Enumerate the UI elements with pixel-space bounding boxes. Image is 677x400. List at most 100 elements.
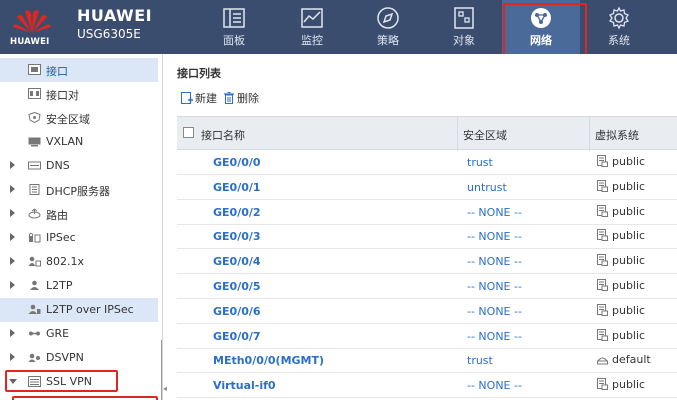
table-row[interactable]: GE0/0/2 -- NONE -- public [177,200,677,225]
interface-name-link[interactable]: GE0/0/0 [213,156,261,169]
security-zone-value: -- NONE -- [467,304,522,318]
column-divider [457,117,458,151]
gre-icon [29,331,40,336]
virtual-system-value: public [612,254,646,268]
virtual-system-value: public [612,328,646,342]
sidebar-item-label: 802.1x [46,255,85,268]
sidebar-item-interface-pair[interactable]: 接口对 [0,82,158,106]
new-icon [181,92,193,104]
sidebar-item-dhcp[interactable]: DHCP服务器 [0,178,158,202]
sidebar-item-ipsec[interactable]: IPSec [0,226,158,250]
column-header-name[interactable]: 接口名称 [201,127,245,143]
column-header-zone[interactable]: 安全区域 [463,127,507,143]
interface-name-link[interactable]: GE0/0/4 [213,255,261,268]
expand-arrow-icon[interactable] [10,257,15,265]
sidebar-item-label: 路由 [46,209,68,222]
virtual-system-cell: public [597,254,645,267]
sidebar-scrollbar[interactable] [161,340,162,400]
table-row[interactable]: Virtual-if0 -- NONE -- public [177,373,677,399]
expand-arrow-icon[interactable] [10,233,15,241]
expand-arrow-icon[interactable] [10,161,15,169]
brand-name: HUAWEI [77,6,153,25]
delete-button[interactable]: 删除 [223,90,259,106]
sidebar-item-gre[interactable]: GRE [0,322,158,346]
expand-arrow-icon[interactable] [10,185,15,193]
table-row[interactable]: GE0/0/7 -- NONE -- public [177,324,677,349]
object-icon [454,7,474,29]
virtual-system-value: public [612,279,646,292]
sidebar-item-label: 安全区域 [46,113,90,126]
sidebar-item-route[interactable]: 路由 [0,202,158,226]
sidebar-item-l2tp[interactable]: L2TP [0,274,158,298]
dsvpn-icon [28,353,40,362]
gear-icon [609,6,629,30]
expand-arrow-icon[interactable] [10,209,15,217]
vsys-icon [597,303,608,316]
sidebar-item-label: DNS [46,159,70,172]
sidebar-item-l2tp-over-ipsec[interactable]: L2TP over IPSec [0,298,158,322]
table-row[interactable]: GE0/0/4 -- NONE -- public [177,249,677,275]
interface-name-link[interactable]: Virtual-if0 [213,379,276,392]
table-row[interactable]: GE0/0/6 -- NONE -- public [177,299,677,324]
vsys-icon [597,155,608,167]
expand-arrow-icon[interactable] [10,329,15,337]
security-zone-value: untrust [467,180,507,194]
nav-object[interactable]: 对象 [425,0,503,54]
sidebar-item-label: GRE [46,327,70,340]
device-model: USG6305E [77,27,141,41]
default-vsys-icon [597,357,608,365]
interface-name-link[interactable]: GE0/0/5 [213,280,261,293]
highlight-network-box [503,3,587,57]
nav-system[interactable]: 系统 [580,0,658,54]
nav-label: 策略 [377,34,399,47]
policy-icon [377,7,399,29]
virtual-system-value: public [612,378,646,392]
vsys-icon [597,254,608,267]
nav-label: 面板 [223,34,245,47]
table-row[interactable]: GE0/0/1 untrust public [177,175,677,200]
security-zone-value: -- NONE -- [467,255,522,269]
sidebar-item-label: IPSec [46,231,76,244]
sidebar-item-label: L2TP [46,279,73,292]
table-row[interactable]: GE0/0/3 -- NONE -- public [177,224,677,250]
sidebar-item-8021x[interactable]: 802.1x [0,250,158,274]
interface-name-link[interactable]: GE0/0/7 [213,330,261,343]
expand-arrow-icon[interactable] [10,353,15,361]
select-all-checkbox[interactable] [183,127,194,138]
virtual-system-cell: public [597,303,645,317]
dhcp-icon [29,184,40,195]
sidebar-item-security-zone[interactable]: 安全区域 [0,106,158,130]
expand-arrow-icon[interactable] [10,281,15,289]
nav-dashboard[interactable]: 面板 [195,0,273,54]
dashboard-icon [223,8,245,28]
security-zone-value: -- NONE -- [467,379,522,393]
table-row[interactable]: GE0/0/5 -- NONE -- public [177,274,677,299]
table-row[interactable]: GE0/0/0 trust public [177,150,677,175]
interface-name-link[interactable]: GE0/0/3 [213,230,261,243]
trash-icon [224,92,234,104]
sidebar-item-dsvpn[interactable]: DSVPN [0,346,158,370]
vsys-icon [597,204,608,217]
interface-name-link[interactable]: GE0/0/2 [213,206,261,219]
vsys-icon [597,279,608,291]
interface-name-link[interactable]: MEth0/0/0(MGMT) [213,354,324,367]
interface-name-link[interactable]: GE0/0/6 [213,305,261,318]
security-zone-value: -- NONE -- [467,329,522,343]
page-title: 接口列表 [177,67,221,80]
nav-monitor[interactable]: 监控 [273,0,351,54]
table-header: 接口名称 安全区域 虚拟系统 [177,116,677,151]
security-zone-icon [28,112,41,123]
sidebar-item-vxlan[interactable]: VXLAN [0,130,158,154]
sidebar-item-dns[interactable]: DNS [0,154,158,178]
virtual-system-cell: public [597,378,645,391]
virtual-system-value: public [612,229,646,243]
virtual-system-cell: public [597,179,645,193]
column-header-vsys[interactable]: 虚拟系统 [595,127,639,143]
new-button[interactable]: 新建 [181,90,217,106]
virtual-system-cell: public [597,328,646,342]
nav-policy[interactable]: 策略 [349,0,427,54]
sidebar-item-interface[interactable]: 接口 [0,58,158,82]
virtual-system-cell: public [597,279,645,292]
table-row[interactable]: MEth0/0/0(MGMT) trust default [177,348,677,374]
interface-name-link[interactable]: GE0/0/1 [213,181,261,194]
